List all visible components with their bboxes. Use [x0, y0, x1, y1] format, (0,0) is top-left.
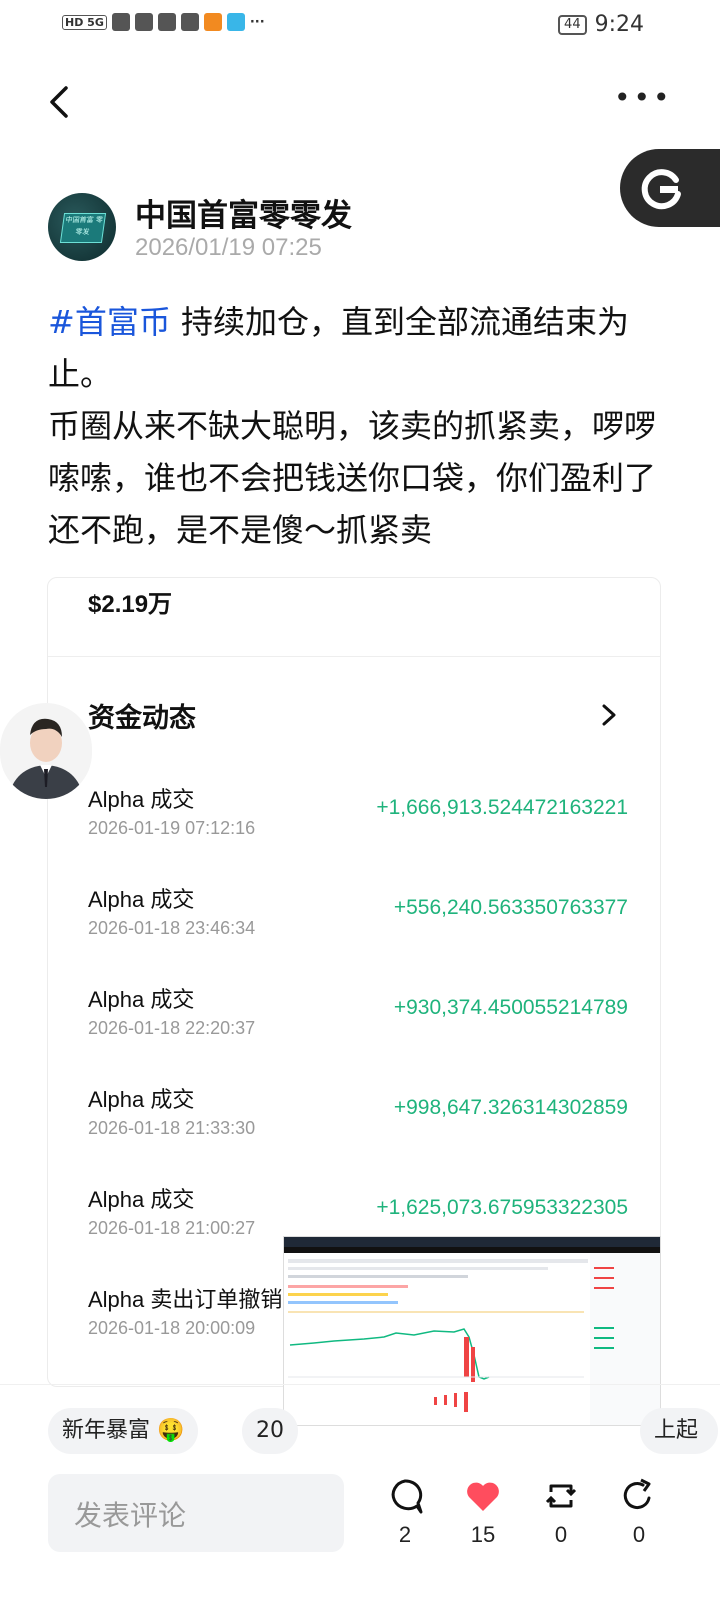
- transaction-title: Alpha 成交: [88, 987, 195, 1012]
- avatar-badge: 中国首富 零零发: [59, 213, 107, 243]
- divider: [48, 656, 660, 657]
- transaction-row: Alpha 成交 2026-01-18 22:20:37 +930,374.45…: [88, 982, 628, 1062]
- topic-tag[interactable]: 新年暴富 🤑: [48, 1408, 199, 1454]
- transaction-title: Alpha 成交: [88, 1187, 195, 1212]
- chevron-left-icon: [50, 86, 68, 118]
- comment-button[interactable]: 2: [375, 1476, 435, 1548]
- status-icons: HD 5G ···: [62, 13, 265, 31]
- like-count: 15: [470, 1522, 496, 1547]
- transaction-date: 2026-01-18 22:20:37: [88, 1018, 256, 1038]
- author-name[interactable]: 中国首富零零发: [135, 190, 352, 235]
- clock: 9:24: [594, 12, 644, 37]
- floating-avatar[interactable]: [0, 703, 92, 799]
- floating-action-button[interactable]: [620, 149, 720, 227]
- network-label: HD 5G: [62, 14, 107, 30]
- status-bar: HD 5G ··· 44 9:24: [0, 0, 720, 50]
- refresh-logo-icon: [641, 169, 681, 210]
- transaction-amount: +1,625,073.675953322305: [376, 1196, 628, 1219]
- like-button[interactable]: 15: [453, 1476, 513, 1548]
- more-options-button[interactable]: •••: [614, 84, 673, 112]
- transaction-title: Alpha 卖出订单撤销: [88, 1287, 283, 1312]
- transaction-title: Alpha 成交: [88, 787, 195, 812]
- status-right: 44 9:24: [558, 12, 644, 37]
- qq-icon: [180, 13, 199, 31]
- post-time: 2026/01/19 07:25: [135, 234, 322, 261]
- section-title: 资金动态: [88, 703, 196, 734]
- post-content: #首富币 持续加仓，直到全部流通结束为止。 币圈从来不缺大聪明，该卖的抓紧卖，啰…: [48, 296, 660, 556]
- share-count: 0: [632, 1522, 646, 1547]
- transaction-date: 2026-01-18 21:33:30: [88, 1118, 256, 1138]
- heart-icon: [467, 1482, 499, 1511]
- balance-amount: $2.19万: [88, 591, 173, 618]
- repost-button[interactable]: 0: [531, 1476, 591, 1548]
- transaction-date: 2026-01-18 23:46:34: [88, 918, 256, 938]
- transaction-amount: +930,374.450055214789: [393, 996, 628, 1019]
- chart-image-icon: [284, 1237, 660, 1425]
- transaction-date: 2026-01-19 07:12:16: [88, 818, 256, 838]
- book-icon: [226, 13, 245, 31]
- chevron-right-icon: [602, 704, 616, 726]
- more-notifications-icon: ···: [249, 14, 265, 30]
- app-notification-icon: [134, 13, 153, 31]
- transaction-date: 2026-01-18 20:00:09: [88, 1318, 256, 1338]
- battery-icon: 44: [558, 14, 587, 35]
- repost-icon: [545, 1484, 577, 1508]
- transaction-amount: +556,240.563350763377: [393, 896, 628, 919]
- back-button[interactable]: [42, 82, 82, 122]
- author-avatar[interactable]: 中国首富 零零发: [48, 193, 116, 261]
- topic-tag[interactable]: 20: [242, 1408, 298, 1454]
- topic-tag[interactable]: 上起: [640, 1408, 719, 1454]
- share-button[interactable]: 0: [609, 1476, 669, 1548]
- divider: [0, 1384, 720, 1385]
- transaction-title: Alpha 成交: [88, 887, 195, 912]
- transaction-row: Alpha 成交 2026-01-19 07:12:16 +1,666,913.…: [88, 782, 628, 862]
- repost-count: 0: [554, 1522, 568, 1547]
- comment-bubble-icon: [391, 1479, 423, 1514]
- comment-placeholder: 发表评论: [74, 1499, 187, 1532]
- comment-input[interactable]: 发表评论: [48, 1474, 344, 1552]
- post-text-rest: 币圈从来不缺大聪明，该卖的抓紧卖，啰啰嗦嗦，谁也不会把钱送你口袋，你们盈利了还不…: [48, 407, 657, 549]
- comment-count: 2: [398, 1522, 412, 1547]
- upload-icon: [157, 13, 176, 31]
- signal-icon: [111, 13, 130, 31]
- person-icon: [8, 718, 84, 799]
- transaction-row: Alpha 成交 2026-01-18 23:46:34 +556,240.56…: [88, 882, 628, 962]
- transaction-row: Alpha 成交 2026-01-18 21:33:30 +998,647.32…: [88, 1082, 628, 1162]
- share-icon: [623, 1478, 651, 1510]
- transaction-title: Alpha 成交: [88, 1087, 195, 1112]
- transaction-amount: +1,666,913.524472163221: [376, 796, 628, 819]
- transaction-date: 2026-01-18 21:00:27: [88, 1218, 256, 1238]
- transaction-amount: +998,647.326314302859: [393, 1096, 628, 1119]
- taobao-icon: [203, 13, 222, 31]
- ellipsis-icon: •••: [614, 81, 673, 114]
- hashtag-link[interactable]: #首富币: [48, 303, 171, 341]
- trading-chart-thumbnail[interactable]: [283, 1236, 661, 1426]
